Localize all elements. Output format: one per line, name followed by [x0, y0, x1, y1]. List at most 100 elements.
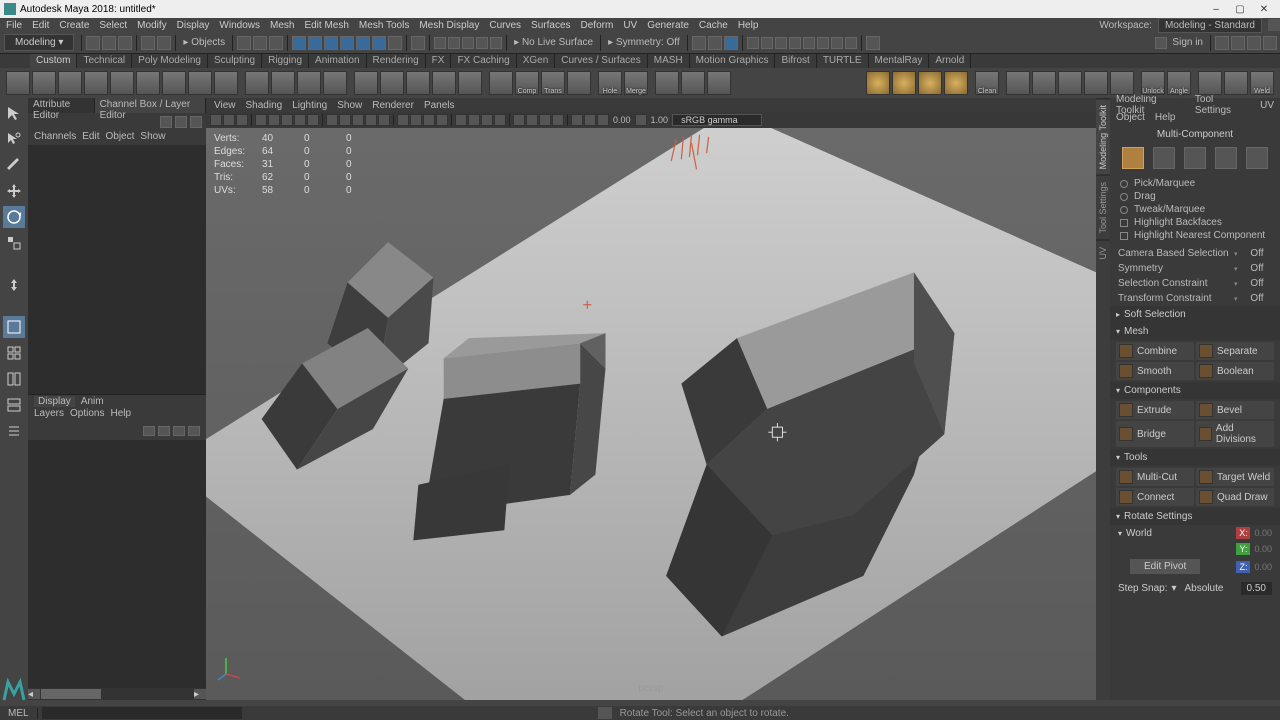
channels-menu[interactable]: Channels	[34, 131, 76, 145]
viewport-icon[interactable]	[378, 114, 390, 126]
vp-show-menu[interactable]: Show	[337, 100, 362, 111]
connect-button[interactable]: Connect	[1116, 488, 1194, 506]
viewport-icon[interactable]	[255, 114, 267, 126]
layer-down-icon[interactable]	[158, 426, 170, 436]
single-pane-layout[interactable]	[3, 316, 25, 338]
render-pause-icon[interactable]	[845, 37, 857, 49]
vtab-uv[interactable]: UV	[1096, 240, 1110, 266]
boolean-button[interactable]: Boolean	[1196, 362, 1274, 380]
viewport-icon[interactable]	[339, 114, 351, 126]
shelf-icon[interactable]	[1006, 71, 1030, 95]
ipr-render-icon[interactable]	[761, 37, 773, 49]
shelf-icon[interactable]	[567, 71, 591, 95]
smooth-button[interactable]: Smooth	[1116, 362, 1194, 380]
viewport-icon[interactable]	[365, 114, 377, 126]
save-scene-icon[interactable]	[118, 36, 132, 50]
target-weld-button[interactable]: Target Weld	[1196, 468, 1274, 486]
camera-based-selection-value[interactable]: Off	[1242, 248, 1272, 259]
multi-component-button[interactable]: Multi-Component	[1110, 126, 1280, 143]
components-section-header[interactable]: ▾Components	[1110, 382, 1280, 399]
tab-bifrost[interactable]: Bifrost	[775, 54, 816, 68]
rotate-z-value[interactable]: 0.00	[1254, 562, 1272, 572]
shelf-icon[interactable]	[892, 71, 916, 95]
menu-surfaces[interactable]: Surfaces	[531, 20, 570, 31]
shelf-icon[interactable]	[323, 71, 347, 95]
hypershade-icon[interactable]	[803, 37, 815, 49]
shelf-icon[interactable]	[489, 71, 513, 95]
shelf-icon[interactable]	[1198, 71, 1222, 95]
magnet-icon[interactable]	[388, 36, 402, 50]
object-mode-button[interactable]	[1122, 147, 1144, 169]
viewport[interactable]: Verts:4000 Edges:6400 Faces:3100 Tris:62…	[206, 128, 1096, 700]
viewport-icon[interactable]	[397, 114, 409, 126]
shelf-icon[interactable]: Weld	[1250, 71, 1274, 95]
viewport-icon[interactable]	[436, 114, 448, 126]
gamma-value[interactable]: 1.00	[648, 115, 672, 125]
layers-menu[interactable]: Layers	[34, 408, 64, 422]
bridge-button[interactable]: Bridge	[1116, 421, 1194, 447]
paint-select-tool[interactable]	[3, 154, 25, 176]
viewport-icon[interactable]	[281, 114, 293, 126]
rotate-tool[interactable]	[3, 206, 25, 228]
snap-point-icon[interactable]	[324, 36, 338, 50]
menu-edit[interactable]: Edit	[32, 20, 49, 31]
add-divisions-button[interactable]: Add Divisions	[1196, 421, 1274, 447]
viewport-icon[interactable]	[423, 114, 435, 126]
redo-icon[interactable]	[157, 36, 171, 50]
display-tab[interactable]: Display	[34, 396, 75, 407]
shelf-icon[interactable]: Unlock	[1141, 71, 1165, 95]
tab-motion-graphics[interactable]: Motion Graphics	[690, 54, 776, 68]
shelf-icon[interactable]	[188, 71, 212, 95]
step-snap-value[interactable]: 0.50	[1241, 582, 1272, 595]
outliner-layout[interactable]	[3, 420, 25, 442]
viewport-icon[interactable]	[455, 114, 467, 126]
vp-lighting-menu[interactable]: Lighting	[292, 100, 327, 111]
tools-section-header[interactable]: ▾Tools	[1110, 449, 1280, 466]
two-pane-side-layout[interactable]	[3, 368, 25, 390]
menu-modify[interactable]: Modify	[137, 20, 166, 31]
snap-curve-icon[interactable]	[308, 36, 322, 50]
tab-animation[interactable]: Animation	[309, 54, 366, 68]
menu-mesh-tools[interactable]: Mesh Tools	[359, 20, 409, 31]
menu-deform[interactable]: Deform	[581, 20, 614, 31]
viewport-icon[interactable]	[539, 114, 551, 126]
make-live-icon[interactable]	[411, 36, 425, 50]
menu-edit-mesh[interactable]: Edit Mesh	[304, 20, 348, 31]
shelf-icon[interactable]	[944, 71, 968, 95]
menu-file[interactable]: File	[6, 20, 22, 31]
menu-display[interactable]: Display	[177, 20, 210, 31]
tab-poly-modeling[interactable]: Poly Modeling	[132, 54, 208, 68]
tab-fx[interactable]: FX	[426, 54, 452, 68]
vtab-modeling-toolkit[interactable]: Modeling Toolkit	[1096, 98, 1110, 175]
lasso-tool[interactable]	[3, 128, 25, 150]
shelf-icon[interactable]	[1084, 71, 1108, 95]
shelf-icon[interactable]	[297, 71, 321, 95]
viewport-icon[interactable]	[268, 114, 280, 126]
command-input[interactable]	[42, 707, 242, 719]
tab-curves-surfaces[interactable]: Curves / Surfaces	[555, 54, 647, 68]
viewport-icon[interactable]	[552, 114, 564, 126]
edit-pivot-button[interactable]: Edit Pivot	[1130, 559, 1200, 574]
tab-mash[interactable]: MASH	[648, 54, 690, 68]
shelf-icon[interactable]	[6, 71, 30, 95]
cb-edit-menu[interactable]: Edit	[82, 131, 99, 145]
mesh-section-header[interactable]: ▾Mesh	[1110, 323, 1280, 340]
menu-set-dropdown[interactable]: Modeling ▾	[4, 34, 74, 51]
select-by-hierarchy-icon[interactable]	[253, 36, 267, 50]
viewport-icon[interactable]	[294, 114, 306, 126]
shelf-icon[interactable]	[655, 71, 679, 95]
menu-mesh[interactable]: Mesh	[270, 20, 294, 31]
rotate-world-label[interactable]: World	[1126, 528, 1232, 539]
shelf-icon[interactable]: Trans	[541, 71, 565, 95]
render-view-icon[interactable]	[789, 37, 801, 49]
vertex-mode-button[interactable]	[1153, 147, 1175, 169]
shelf-icon[interactable]	[866, 71, 890, 95]
view-transform-dropdown[interactable]: sRGB gamma	[672, 114, 762, 126]
snap-view-icon[interactable]	[356, 36, 370, 50]
cp-scrollbar[interactable]: ◂▸	[28, 688, 206, 700]
shelf-icon[interactable]: Angle	[1167, 71, 1191, 95]
viewport-icon[interactable]	[468, 114, 480, 126]
shelf-icon[interactable]	[1224, 71, 1248, 95]
shelf-icon[interactable]	[380, 71, 404, 95]
shelf-icon[interactable]	[136, 71, 160, 95]
